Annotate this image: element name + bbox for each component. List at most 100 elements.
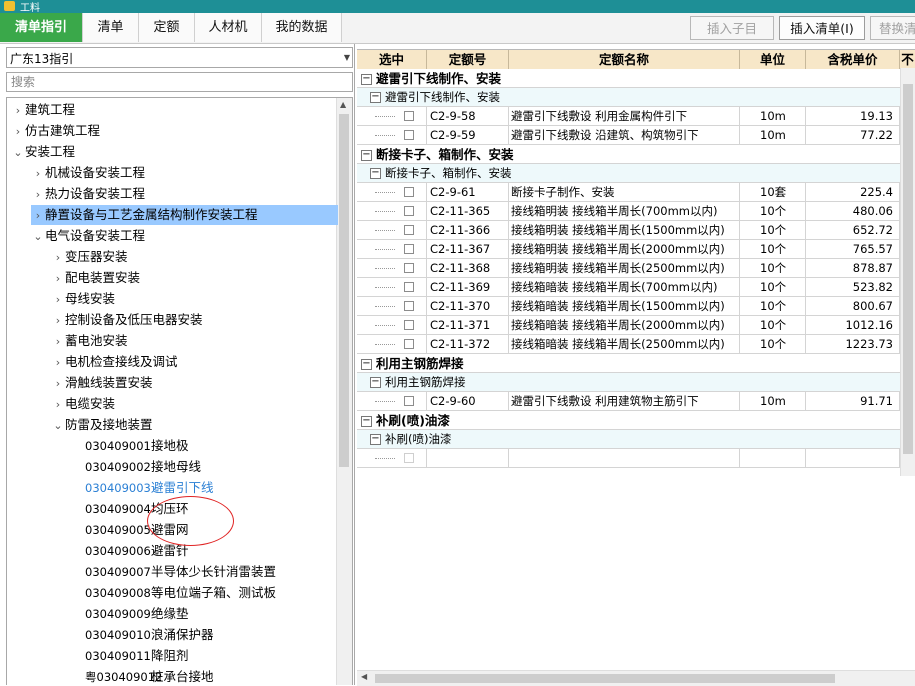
select-cell[interactable]: [357, 335, 427, 354]
tree-item[interactable]: ⌄ 电气设备安装工程: [31, 226, 145, 246]
col-quota-name[interactable]: 定额名称: [509, 50, 740, 69]
tab-list[interactable]: 清单: [83, 13, 139, 42]
select-cell[interactable]: [357, 449, 427, 468]
chevron-right-icon[interactable]: ›: [51, 395, 65, 415]
tree-item[interactable]: › 蓄电池安装: [51, 331, 128, 351]
tree-item[interactable]: 030409008等电位端子箱、测试板: [71, 583, 276, 603]
tree-item[interactable]: › 配电装置安装: [51, 268, 140, 288]
table-row[interactable]: C2-11-366 接线箱明装 接线箱半周长(1500mm以内) 10个 652.72: [357, 221, 900, 240]
scroll-left-icon[interactable]: ◀: [361, 672, 367, 681]
tree-item[interactable]: 030409009绝缘垫: [71, 604, 189, 624]
tree-item[interactable]: › 滑触线装置安装: [51, 373, 153, 393]
table-row[interactable]: C2-9-58 避雷引下线敷设 利用金属构件引下 10m 19.13: [357, 107, 900, 126]
tab-list-guide[interactable]: 清单指引: [0, 13, 83, 42]
tree-item[interactable]: › 控制设备及低压电器安装: [51, 310, 203, 330]
tree-item[interactable]: › 热力设备安装工程: [31, 184, 145, 204]
row-checkbox[interactable]: [404, 453, 414, 463]
select-cell[interactable]: [357, 278, 427, 297]
row-checkbox[interactable]: [404, 244, 414, 254]
group-row[interactable]: − 避雷引下线制作、安装: [357, 69, 900, 88]
collapse-icon[interactable]: −: [370, 92, 381, 103]
table-row[interactable]: C2-11-371 接线箱暗装 接线箱半周长(2000mm以内) 10个 1012.1…: [357, 316, 900, 335]
chevron-right-icon[interactable]: ›: [51, 290, 65, 310]
collapse-icon[interactable]: −: [370, 377, 381, 388]
table-row[interactable]: C2-11-372 接线箱暗装 接线箱半周长(2500mm以内) 10个 1223.7…: [357, 335, 900, 354]
row-checkbox[interactable]: [404, 396, 414, 406]
select-cell[interactable]: [357, 221, 427, 240]
replace-button[interactable]: 替换清: [870, 16, 915, 40]
chevron-right-icon[interactable]: ›: [31, 185, 45, 205]
insert-child-button[interactable]: 插入子目: [690, 16, 774, 40]
province-select[interactable]: 广东13指引 ▼: [6, 47, 353, 68]
row-checkbox[interactable]: [404, 111, 414, 121]
tree-item[interactable]: › 机械设备安装工程: [31, 163, 145, 183]
tree-item[interactable]: › 仿古建筑工程: [11, 121, 100, 141]
collapse-icon[interactable]: −: [361, 416, 372, 427]
row-checkbox[interactable]: [404, 130, 414, 140]
tree-item[interactable]: 030409004均压环: [71, 499, 189, 519]
chevron-right-icon[interactable]: ›: [51, 269, 65, 289]
grid-scrollbar[interactable]: [900, 68, 915, 476]
row-checkbox[interactable]: [404, 282, 414, 292]
table-row[interactable]: C2-9-59 避雷引下线敷设 沿建筑、构筑物引下 10m 77.22: [357, 126, 900, 145]
col-select[interactable]: 选中: [357, 50, 427, 69]
select-cell[interactable]: [357, 183, 427, 202]
grid-horizontal-scrollbar[interactable]: ◀: [357, 670, 915, 686]
tree-item[interactable]: 030409006避雷针: [71, 541, 189, 561]
tree-item[interactable]: › 建筑工程: [11, 100, 75, 120]
select-cell[interactable]: [357, 126, 427, 145]
row-checkbox[interactable]: [404, 301, 414, 311]
row-checkbox[interactable]: [404, 263, 414, 273]
table-row[interactable]: [357, 449, 900, 468]
chevron-right-icon[interactable]: ›: [31, 206, 45, 226]
table-row[interactable]: C2-9-60 避雷引下线敷设 利用建筑物主筋引下 10m 91.71: [357, 392, 900, 411]
row-checkbox[interactable]: [404, 320, 414, 330]
select-cell[interactable]: [357, 316, 427, 335]
chevron-right-icon[interactable]: ›: [51, 248, 65, 268]
table-row[interactable]: C2-11-369 接线箱暗装 接线箱半周长(700mm以内) 10个 523.82: [357, 278, 900, 297]
table-row[interactable]: C2-11-367 接线箱明装 接线箱半周长(2000mm以内) 10个 765.57: [357, 240, 900, 259]
grid-horizontal-scrollbar-thumb[interactable]: [375, 674, 835, 683]
tree-item[interactable]: 030409003避雷引下线: [71, 478, 214, 498]
tree-item[interactable]: 030409007半导体少长针消雷装置: [71, 562, 276, 582]
table-row[interactable]: C2-11-365 接线箱明装 接线箱半周长(700mm以内) 10个 480.06: [357, 202, 900, 221]
group-row[interactable]: − 避雷引下线制作、安装: [357, 88, 900, 107]
col-quota-code[interactable]: 定额号: [427, 50, 509, 69]
group-row[interactable]: − 利用主钢筋焊接: [357, 373, 900, 392]
group-row[interactable]: − 补刷(喷)油漆: [357, 430, 900, 449]
tree-item[interactable]: › 电缆安装: [51, 394, 115, 414]
select-cell[interactable]: [357, 297, 427, 316]
tab-labor-material-machine[interactable]: 人材机: [195, 13, 262, 42]
chevron-right-icon[interactable]: ›: [51, 353, 65, 373]
collapse-icon[interactable]: −: [361, 74, 372, 85]
tree-item[interactable]: › 静置设备与工艺金属结构制作安装工程: [31, 205, 338, 225]
tab-quota[interactable]: 定额: [139, 13, 195, 42]
row-checkbox[interactable]: [404, 187, 414, 197]
tree-item[interactable]: › 电机检查接线及调试: [51, 352, 178, 372]
collapse-icon[interactable]: −: [361, 359, 372, 370]
group-row[interactable]: − 补刷(喷)油漆: [357, 411, 900, 430]
chevron-right-icon[interactable]: ›: [51, 332, 65, 352]
tree-item[interactable]: › 母线安装: [51, 289, 115, 309]
select-cell[interactable]: [357, 107, 427, 126]
grid-scrollbar-thumb[interactable]: [903, 84, 913, 454]
table-row[interactable]: C2-11-368 接线箱明装 接线箱半周长(2500mm以内) 10个 878.87: [357, 259, 900, 278]
row-checkbox[interactable]: [404, 225, 414, 235]
scroll-up-icon[interactable]: ▲: [340, 100, 346, 109]
row-checkbox[interactable]: [404, 339, 414, 349]
tree-item[interactable]: 030409002接地母线: [71, 457, 201, 477]
chevron-right-icon[interactable]: ›: [51, 311, 65, 331]
col-unit[interactable]: 单位: [740, 50, 806, 69]
tab-my-data[interactable]: 我的数据: [262, 13, 342, 42]
chevron-right-icon[interactable]: ›: [11, 122, 25, 142]
tree-item[interactable]: ⌄ 安装工程: [11, 142, 75, 162]
search-input[interactable]: [6, 72, 353, 92]
chevron-right-icon[interactable]: ›: [51, 374, 65, 394]
tree-item[interactable]: › 变压器安装: [51, 247, 128, 267]
tree-item[interactable]: 030409011降阻剂: [71, 646, 189, 666]
collapse-icon[interactable]: −: [370, 434, 381, 445]
chevron-right-icon[interactable]: ›: [31, 164, 45, 184]
tree-item[interactable]: 030409005避雷网: [71, 520, 189, 540]
table-row[interactable]: C2-9-61 断接卡子制作、安装 10套 225.4: [357, 183, 900, 202]
collapse-icon[interactable]: −: [370, 168, 381, 179]
